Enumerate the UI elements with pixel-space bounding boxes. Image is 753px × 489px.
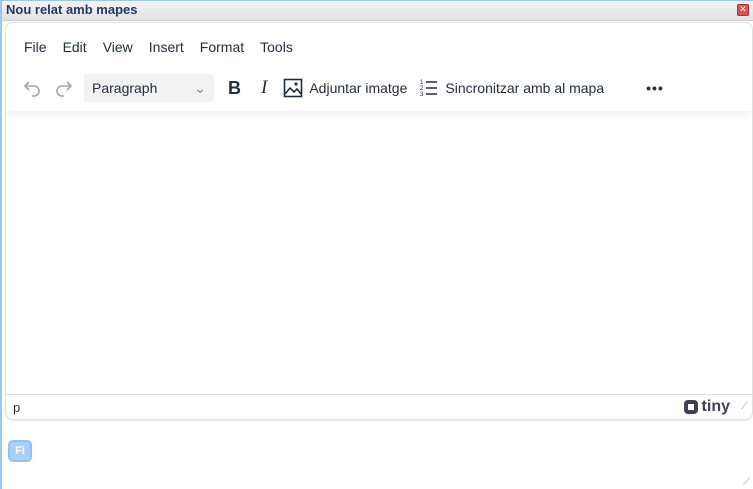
numbered-list-icon: 123 bbox=[420, 80, 438, 98]
menu-tools[interactable]: Tools bbox=[252, 37, 301, 57]
menu-insert[interactable]: Insert bbox=[141, 37, 192, 57]
svg-text:3: 3 bbox=[420, 92, 424, 98]
dialog-window: Nou relat amb mapes ✕ File Edit View Ins… bbox=[0, 0, 753, 489]
status-bar: p tiny ⟋ bbox=[6, 394, 752, 419]
tiny-icon bbox=[683, 400, 698, 414]
bold-button[interactable]: B bbox=[218, 74, 251, 102]
chevron-down-icon: ⌄ bbox=[194, 79, 206, 96]
menu-format[interactable]: Format bbox=[192, 37, 252, 57]
attach-image-label: Adjuntar imatge bbox=[309, 80, 408, 96]
editor-content[interactable] bbox=[6, 111, 752, 395]
attach-image-button[interactable]: Adjuntar imatge bbox=[277, 74, 413, 102]
menu-file[interactable]: File bbox=[16, 37, 55, 57]
resize-handle-icon[interactable]: ⟋ bbox=[741, 401, 748, 412]
undo-icon[interactable] bbox=[16, 74, 48, 102]
window-title: Nou relat amb mapes bbox=[6, 2, 138, 17]
block-format-select[interactable]: Paragraph ⌄ bbox=[84, 74, 214, 102]
window-resize-handle-icon[interactable]: ⟋ bbox=[743, 477, 750, 488]
element-path[interactable]: p bbox=[13, 400, 20, 415]
block-format-value: Paragraph bbox=[92, 80, 158, 96]
sync-map-button[interactable]: 1 2 3 Sincronitzar amb al mapa bbox=[413, 74, 610, 102]
fi-button[interactable]: Fi bbox=[8, 440, 32, 462]
toolbar: Paragraph ⌄ B I Adjuntar imatge 1 2 3 Sincro… bbox=[16, 73, 670, 103]
image-icon bbox=[284, 78, 303, 98]
italic-button[interactable]: I bbox=[251, 74, 277, 102]
rich-text-editor: File Edit View Insert Format Tools Parag… bbox=[5, 22, 753, 420]
menubar: File Edit View Insert Format Tools bbox=[16, 37, 301, 57]
menu-view[interactable]: View bbox=[95, 37, 141, 57]
title-bar: Nou relat amb mapes ✕ bbox=[2, 1, 753, 21]
sync-map-label: Sincronitzar amb al mapa bbox=[445, 80, 605, 96]
editor-header: File Edit View Insert Format Tools Parag… bbox=[6, 23, 752, 111]
tiny-logo[interactable]: tiny bbox=[683, 398, 730, 416]
tiny-label: tiny bbox=[701, 398, 730, 415]
close-icon[interactable]: ✕ bbox=[737, 4, 749, 16]
menu-edit[interactable]: Edit bbox=[55, 37, 95, 57]
more-icon[interactable]: ••• bbox=[640, 74, 670, 102]
redo-icon[interactable] bbox=[48, 74, 80, 102]
